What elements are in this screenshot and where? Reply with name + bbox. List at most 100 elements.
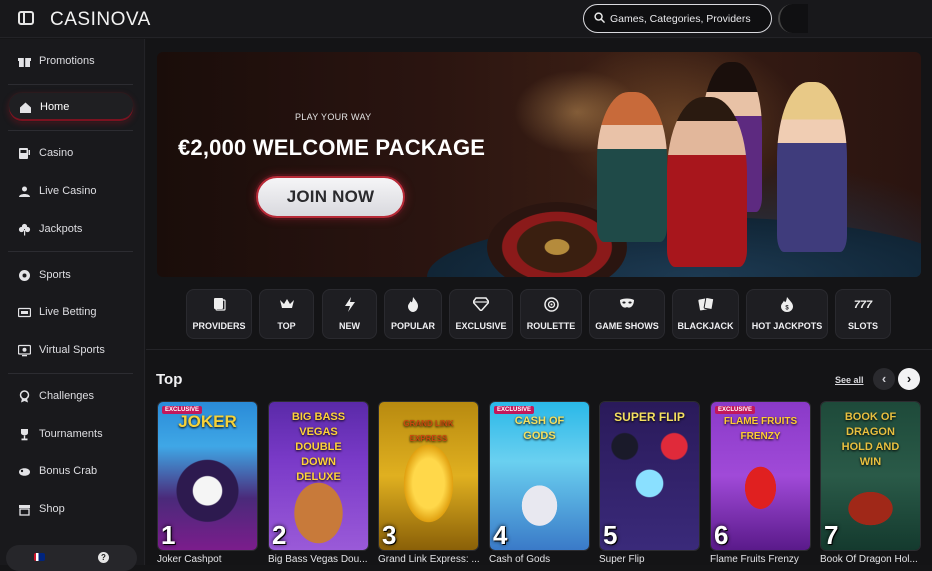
banner-title: €2,000 WELCOME PACKAGE: [178, 135, 486, 160]
sidebar-item-bonus-crab[interactable]: Bonus Crab: [8, 456, 134, 486]
game-name[interactable]: Book Of Dragon Hol...: [820, 554, 921, 565]
banner-figure: [777, 82, 847, 252]
banner-figure: [667, 97, 747, 267]
sidebar-item-shop[interactable]: Shop: [8, 494, 134, 524]
category-label: BLACKJACK: [677, 321, 734, 331]
lightning-icon: [323, 297, 376, 315]
sidebar-item-label: Jackpots: [39, 223, 83, 235]
sidebar-item-live-betting[interactable]: Live Betting: [8, 297, 134, 327]
divider: [8, 373, 133, 374]
game-name[interactable]: Flame Fruits Frenzy: [710, 554, 811, 565]
banner-figure: [597, 92, 667, 242]
sidebar: Promotions Home Casino Live Casino Jackp…: [0, 39, 145, 571]
sidebar-item-label: Virtual Sports: [39, 344, 105, 356]
divider: [8, 251, 133, 252]
sidebar-item-home[interactable]: Home: [8, 92, 134, 122]
sidebar-item-promotions[interactable]: Promotions: [8, 46, 134, 76]
category-label: GAME SHOWS: [595, 321, 659, 331]
virtual-sports-icon: [17, 343, 31, 357]
join-now-button[interactable]: JOIN NOW: [256, 176, 405, 218]
category-providers[interactable]: PROVIDERS: [186, 289, 252, 339]
crab-icon: [17, 464, 31, 478]
sidebar-item-jackpots[interactable]: Jackpots: [8, 214, 134, 244]
language-help-bar: ?: [6, 545, 137, 571]
sidebar-item-challenges[interactable]: Challenges: [8, 381, 134, 411]
game-name[interactable]: Cash of Gods: [489, 554, 590, 565]
category-top[interactable]: TOP: [259, 289, 314, 339]
game-tile[interactable]: GRAND LINK EXPRESS 3: [378, 401, 479, 551]
help-icon[interactable]: ?: [98, 552, 109, 563]
carousel-next-button[interactable]: ›: [898, 368, 920, 390]
category-slots[interactable]: 777 SLOTS: [835, 289, 891, 339]
sidebar-item-live-casino[interactable]: Live Casino: [8, 176, 134, 206]
game-rank: 3: [382, 520, 397, 550]
roulette-icon: [521, 297, 581, 315]
sidebar-item-label: Casino: [39, 147, 74, 159]
sidebar-item-casino[interactable]: Casino: [8, 138, 134, 168]
category-blackjack[interactable]: BLACKJACK: [672, 289, 739, 339]
clover-icon: [17, 222, 31, 236]
sidebar-item-label: Tournaments: [39, 428, 103, 440]
category-label: PROVIDERS: [192, 321, 246, 331]
medal-icon: [17, 389, 31, 403]
hot-jackpot-icon: $: [747, 297, 827, 315]
category-roulette[interactable]: ROULETTE: [520, 289, 582, 339]
sidebar-item-label: Bonus Crab: [39, 465, 98, 477]
uk-flag-icon[interactable]: [34, 553, 45, 561]
game-tile[interactable]: EXCLUSIVE CASH OF GODS 4: [489, 401, 590, 551]
sidebar-item-label: Home: [40, 101, 70, 113]
see-all-link[interactable]: See all: [835, 375, 864, 385]
category-label: SLOTS: [847, 321, 878, 331]
game-art-title: GRAND LINK EXPRESS: [403, 419, 454, 443]
slot-machine-icon: [17, 146, 31, 160]
category-exclusive[interactable]: EXCLUSIVE: [449, 289, 513, 339]
logo[interactable]: CASINOVA: [50, 9, 151, 31]
sidebar-item-tournaments[interactable]: Tournaments: [8, 419, 134, 449]
game-tile[interactable]: BIG BASS VEGAS DOUBLE DOWN DELUXE 2: [268, 401, 369, 551]
game-tile[interactable]: EXCLUSIVE JOKER 1: [157, 401, 258, 551]
search-placeholder: Games, Categories, Providers: [610, 13, 751, 25]
game-art-title: FLAME FRUITS FRENZY: [723, 416, 798, 442]
category-label: NEW: [339, 321, 360, 331]
category-game-shows[interactable]: GAME SHOWS: [589, 289, 665, 339]
game-art-title: JOKER: [178, 412, 237, 431]
providers-icon: [187, 297, 251, 314]
trophy-icon: [17, 427, 31, 441]
sidebar-item-virtual-sports[interactable]: Virtual Sports: [8, 335, 134, 365]
game-tile[interactable]: SUPER FLIP 5: [599, 401, 700, 551]
sidebar-toggle-icon[interactable]: [18, 11, 34, 25]
game-tile[interactable]: EXCLUSIVE FLAME FRUITS FRENZY 6: [710, 401, 811, 551]
header-action-button[interactable]: [778, 4, 808, 33]
welcome-banner[interactable]: PLAY YOUR WAY €2,000 WELCOME PACKAGE JOI…: [157, 52, 921, 277]
cards-icon: [673, 297, 738, 315]
category-label: HOT JACKPOTS: [751, 321, 823, 331]
sidebar-item-label: Challenges: [39, 390, 95, 402]
game-tile[interactable]: BOOK OF DRAGON HOLD AND WIN 7: [820, 401, 921, 551]
carousel-prev-button[interactable]: ‹: [873, 368, 895, 390]
section-divider: [146, 349, 932, 350]
game-name[interactable]: Grand Link Express: ...: [378, 554, 479, 565]
category-label: POPULAR: [390, 321, 435, 331]
category-hot-jackpots[interactable]: $ HOT JACKPOTS: [746, 289, 828, 339]
category-popular[interactable]: POPULAR: [384, 289, 442, 339]
category-label: TOP: [277, 321, 296, 331]
game-rank: 4: [493, 520, 508, 550]
game-art-title: SUPER FLIP: [614, 410, 685, 424]
game-art-title: BIG BASS VEGAS DOUBLE DOWN DELUXE: [291, 411, 346, 483]
sidebar-item-sports[interactable]: Sports: [8, 260, 134, 290]
777-icon: 777: [853, 299, 873, 311]
game-name[interactable]: Super Flip: [599, 554, 700, 565]
main-content: PLAY YOUR WAY €2,000 WELCOME PACKAGE JOI…: [146, 39, 932, 565]
category-label: ROULETTE: [526, 321, 576, 331]
sidebar-item-label: Live Betting: [39, 306, 97, 318]
game-name[interactable]: Big Bass Vegas Dou...: [268, 554, 369, 565]
gift-icon: [17, 54, 31, 68]
game-rank: 2: [272, 520, 287, 550]
sidebar-item-label: Shop: [39, 503, 65, 515]
game-name[interactable]: Joker Cashpot: [157, 554, 258, 565]
sidebar-item-label: Sports: [39, 269, 71, 281]
category-new[interactable]: NEW: [322, 289, 377, 339]
game-rank: 7: [824, 520, 839, 550]
search-input[interactable]: Games, Categories, Providers: [583, 4, 772, 33]
top-bar: CASINOVA Games, Categories, Providers: [0, 0, 932, 38]
